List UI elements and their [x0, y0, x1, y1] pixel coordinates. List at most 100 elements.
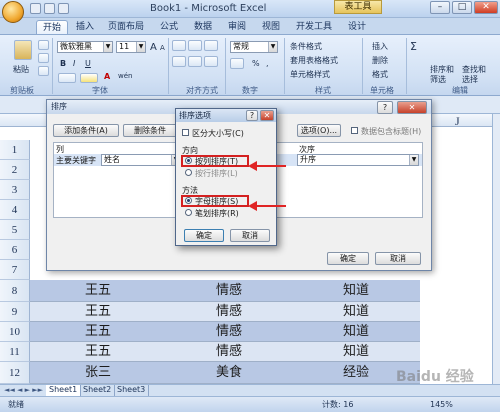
- sort-by-select[interactable]: 姓名▼: [101, 154, 181, 166]
- tab-formulas[interactable]: 公式: [154, 20, 184, 35]
- format-painter-icon[interactable]: [38, 66, 49, 76]
- paste-icon[interactable]: [14, 40, 32, 60]
- format-as-table-button[interactable]: 套用表格格式: [290, 55, 338, 66]
- table-cell[interactable]: 王五: [30, 342, 166, 361]
- table-cell[interactable]: 王五: [30, 280, 166, 301]
- row-number[interactable]: 2: [0, 160, 30, 180]
- table-cell[interactable]: 情感: [166, 322, 292, 341]
- align-left-icon[interactable]: [172, 56, 186, 67]
- shrink-font-button[interactable]: A: [160, 44, 165, 52]
- table-cell[interactable]: 情感: [166, 280, 292, 301]
- options-button[interactable]: 选项(O)...: [297, 124, 341, 137]
- table-cell[interactable]: 张三: [30, 362, 166, 383]
- cell-styles-button[interactable]: 单元格样式: [290, 69, 330, 80]
- table-cell[interactable]: 情感: [166, 302, 292, 321]
- row-number[interactable]: 11: [0, 342, 30, 362]
- align-right-icon[interactable]: [204, 56, 218, 67]
- sheet-tab[interactable]: Sheet3: [114, 385, 150, 396]
- delete-cells-button[interactable]: 删除: [372, 55, 388, 66]
- row-number[interactable]: 5: [0, 220, 30, 240]
- column-header-j[interactable]: J: [455, 114, 460, 129]
- vertical-scrollbar[interactable]: [492, 114, 500, 384]
- options-cancel-button[interactable]: 取消: [230, 229, 270, 242]
- options-close-button[interactable]: ✕: [260, 110, 274, 121]
- table-cell[interactable]: 知道: [292, 280, 420, 301]
- undo-icon[interactable]: [44, 3, 55, 14]
- cut-icon[interactable]: [38, 40, 49, 50]
- order-select[interactable]: 升序 ▼: [297, 154, 419, 166]
- table-cell[interactable]: 美食: [166, 362, 292, 383]
- tab-review[interactable]: 审阅: [222, 20, 252, 35]
- row-number[interactable]: 10: [0, 322, 30, 342]
- find-select-label-2[interactable]: 选择: [462, 74, 478, 85]
- table-cell[interactable]: 王五: [30, 322, 166, 341]
- table-row[interactable]: 王五 情感 知道: [30, 342, 420, 362]
- comma-button[interactable]: ,: [266, 59, 269, 68]
- tab-data[interactable]: 数据: [188, 20, 218, 35]
- row-number[interactable]: 7: [0, 260, 30, 280]
- minimize-button[interactable]: –: [430, 1, 450, 14]
- sheet-tab[interactable]: Sheet2: [80, 385, 116, 396]
- maximize-button[interactable]: □: [452, 1, 472, 14]
- add-level-button[interactable]: 添加条件(A): [53, 124, 119, 137]
- autosum-button[interactable]: Σ: [410, 40, 417, 53]
- zoom-level[interactable]: 145%: [430, 397, 453, 412]
- row-number[interactable]: 1: [0, 140, 30, 160]
- table-cell[interactable]: 知道: [292, 302, 420, 321]
- row-number[interactable]: 6: [0, 240, 30, 260]
- border-icon[interactable]: [58, 73, 76, 83]
- insert-cells-button[interactable]: 插入: [372, 41, 388, 52]
- align-center-icon[interactable]: [188, 56, 202, 67]
- row-number[interactable]: 8: [0, 280, 30, 302]
- by-row-radio[interactable]: [185, 169, 192, 176]
- number-format-select[interactable]: 常规 ▼: [230, 41, 278, 53]
- table-row[interactable]: 王五 情感 知道: [30, 322, 420, 342]
- grow-font-button[interactable]: A: [150, 42, 157, 53]
- align-top-icon[interactable]: [172, 40, 186, 51]
- sort-ok-button[interactable]: 确定: [327, 252, 369, 265]
- copy-icon[interactable]: [38, 53, 49, 63]
- delete-level-button[interactable]: 删除条件: [123, 124, 177, 137]
- case-sensitive-checkbox[interactable]: [182, 129, 189, 136]
- sort-filter-label-2[interactable]: 筛选: [430, 74, 446, 85]
- tab-insert[interactable]: 插入: [70, 20, 100, 35]
- underline-button[interactable]: U: [85, 59, 91, 68]
- table-row[interactable]: 王五 情感 知道: [30, 280, 420, 302]
- row-number[interactable]: 9: [0, 302, 30, 322]
- tab-developer[interactable]: 开发工具: [290, 20, 338, 35]
- help-button[interactable]: ?: [377, 101, 393, 114]
- by-stroke-radio[interactable]: [185, 209, 192, 216]
- tab-page-layout[interactable]: 页面布局: [102, 20, 150, 35]
- sheet-tab[interactable]: Sheet1: [46, 385, 82, 396]
- sheet-nav-arrows-icon[interactable]: ◄◄ ◄ ► ►►: [4, 386, 43, 394]
- table-cell[interactable]: 情感: [166, 342, 292, 361]
- format-cells-button[interactable]: 格式: [372, 69, 388, 80]
- align-bottom-icon[interactable]: [204, 40, 218, 51]
- font-color-button[interactable]: A: [104, 72, 110, 81]
- sort-dialog-close-button[interactable]: ✕: [397, 101, 427, 114]
- percent-button[interactable]: %: [252, 59, 260, 68]
- by-letter-radio[interactable]: [185, 197, 192, 204]
- options-help-button[interactable]: ?: [246, 110, 258, 121]
- save-icon[interactable]: [30, 3, 41, 14]
- table-cell[interactable]: 王五: [30, 302, 166, 321]
- sort-cancel-button[interactable]: 取消: [375, 252, 421, 265]
- close-button[interactable]: ✕: [474, 1, 498, 14]
- phonetic-button[interactable]: wén: [118, 72, 132, 80]
- header-checkbox[interactable]: [351, 127, 358, 134]
- table-cell[interactable]: 知道: [292, 342, 420, 361]
- options-ok-button[interactable]: 确定: [184, 229, 224, 242]
- office-button[interactable]: [2, 1, 24, 23]
- table-row[interactable]: 张三 美食 经验: [30, 362, 420, 384]
- redo-icon[interactable]: [58, 3, 69, 14]
- bold-button[interactable]: B: [60, 59, 66, 68]
- fill-color-icon[interactable]: [80, 73, 98, 83]
- font-size-select[interactable]: 11 ▼: [116, 41, 146, 53]
- by-column-radio[interactable]: [185, 157, 192, 164]
- align-middle-icon[interactable]: [188, 40, 202, 51]
- conditional-format-button[interactable]: 条件格式: [290, 41, 322, 52]
- tab-home[interactable]: 开始: [36, 20, 69, 35]
- row-number[interactable]: 12: [0, 362, 30, 384]
- row-number[interactable]: 3: [0, 180, 30, 200]
- table-row[interactable]: 王五 情感 知道: [30, 302, 420, 322]
